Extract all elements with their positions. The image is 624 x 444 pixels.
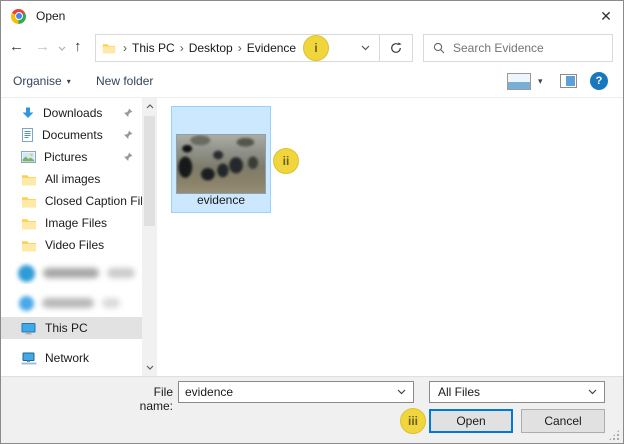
resize-grip[interactable] [608,429,620,441]
preview-pane-icon[interactable] [560,74,577,88]
file-name-input[interactable] [179,385,390,399]
sidebar-item-all-images[interactable]: All images [1,168,142,190]
breadcrumb-folder-icon [102,42,116,54]
refresh-icon [389,41,403,55]
window-title: Open [36,9,65,23]
recent-locations-chevron-icon[interactable] [58,46,66,51]
breadcrumb-item-this-pc[interactable]: This PC [132,41,175,55]
breadcrumb-item-evidence[interactable]: Evidence [247,41,296,55]
search-input[interactable] [453,41,612,55]
organise-menu-button[interactable]: Organise▾ [13,74,71,88]
sidebar-item-video-files[interactable]: Video Files [1,234,142,256]
file-name-combobox[interactable] [178,381,414,403]
scrollbar-thumb[interactable] [144,116,155,226]
title-bar: Open ✕ [1,1,623,31]
navigation-pane: Downloads Documents Pictures All images … [1,98,142,376]
this-pc-icon [21,322,37,335]
dialog-content: Downloads Documents Pictures All images … [1,98,623,376]
folder-icon [21,195,37,208]
redacted-icon [18,265,35,282]
sidebar-item-downloads[interactable]: Downloads [1,102,142,124]
file-thumbnail [176,134,266,194]
sidebar-item-pictures[interactable]: Pictures [1,146,142,168]
thumbnail-photo [176,134,266,194]
search-icon [433,42,445,54]
organise-caret-icon: ▾ [67,77,71,86]
folder-icon [21,173,37,186]
chrome-icon [11,9,26,24]
dialog-footer: File name: All Files Open Cancel [1,376,623,443]
pin-icon [123,152,133,162]
close-icon[interactable]: ✕ [597,7,615,25]
thumbnail-view-icon[interactable] [507,73,531,90]
pictures-icon [21,151,36,163]
download-icon [21,107,35,120]
sidebar-scrollbar[interactable] [142,98,157,376]
back-button[interactable]: ← [9,38,24,56]
address-dropdown-chevron-icon[interactable] [352,45,379,51]
view-options-caret-icon[interactable]: ▾ [538,76,543,87]
sidebar-item-network[interactable]: Network [1,347,142,369]
refresh-button[interactable] [379,35,412,61]
sidebar-item-redacted-1[interactable] [1,262,142,284]
annotation-circle-ii: ii [273,148,299,174]
pin-icon [123,108,133,118]
command-toolbar: Organise▾ New folder ▾ ? [1,65,623,98]
sidebar-item-image-files[interactable]: Image Files [1,212,142,234]
forward-button: → [35,38,50,56]
file-name-dropdown-chevron-icon[interactable] [390,389,413,395]
file-type-dropdown-chevron-icon[interactable] [581,389,604,395]
sidebar-item-this-pc[interactable]: This PC [1,317,142,339]
scroll-up-icon[interactable] [142,99,157,114]
file-type-select[interactable]: All Files [429,381,605,403]
sidebar-item-documents[interactable]: Documents [1,124,142,146]
document-icon [21,128,34,142]
up-button[interactable]: ↑ [74,38,82,56]
file-name-field-label: File name: [119,385,173,413]
sidebar-item-redacted-2[interactable] [1,292,142,314]
open-file-dialog: Open ✕ ← → ↑ › This PC › Desktop › Evide… [0,0,624,444]
folder-icon [21,239,37,252]
open-button[interactable]: Open [429,409,513,433]
cancel-button[interactable]: Cancel [521,409,605,433]
file-type-value: All Files [438,385,480,399]
breadcrumb-separator: › [238,41,242,55]
breadcrumb-separator: › [180,41,184,55]
redacted-icon [19,296,34,311]
file-name-label: evidence [172,193,270,207]
sidebar-item-closed-caption-files[interactable]: Closed Caption Fil [1,190,142,212]
breadcrumb-item-desktop[interactable]: Desktop [189,41,233,55]
annotation-circle-i: i [303,35,329,61]
help-button[interactable]: ? [590,72,608,90]
address-bar[interactable]: › This PC › Desktop › Evidence [95,34,413,62]
breadcrumb: › This PC › Desktop › Evidence [96,35,379,61]
pin-icon [123,130,133,140]
file-item-evidence[interactable]: evidence [171,106,271,213]
annotation-circle-iii: iii [400,408,426,434]
folder-icon [21,217,37,230]
scroll-down-icon[interactable] [142,360,157,375]
breadcrumb-separator: › [123,41,127,55]
search-box[interactable] [423,34,613,62]
network-icon [21,352,37,365]
new-folder-button[interactable]: New folder [96,74,153,88]
